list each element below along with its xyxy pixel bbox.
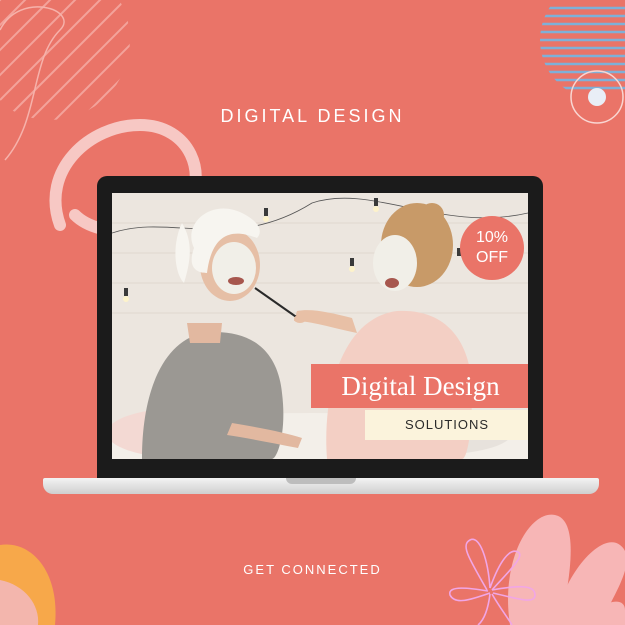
promo-subtitle: SOLUTIONS: [365, 410, 528, 440]
page-title: DIGITAL DESIGN: [220, 106, 405, 126]
discount-badge-percent: 10%: [475, 229, 509, 246]
promo-title: Digital Design: [311, 364, 528, 408]
laptop-notch: [286, 478, 356, 484]
discount-badge-off: OFF: [476, 249, 508, 266]
discount-badge: 10% OFF: [460, 216, 524, 280]
dot-decoration: [588, 88, 606, 106]
footer-cta: GET CONNECTED: [243, 562, 382, 577]
laptop-screen-content: 10% OFF Digital Design SOLUTIONS: [112, 193, 528, 459]
laptop-icon: 10% OFF Digital Design SOLUTIONS: [97, 176, 543, 478]
line-swirl-top-left: [0, 6, 65, 161]
